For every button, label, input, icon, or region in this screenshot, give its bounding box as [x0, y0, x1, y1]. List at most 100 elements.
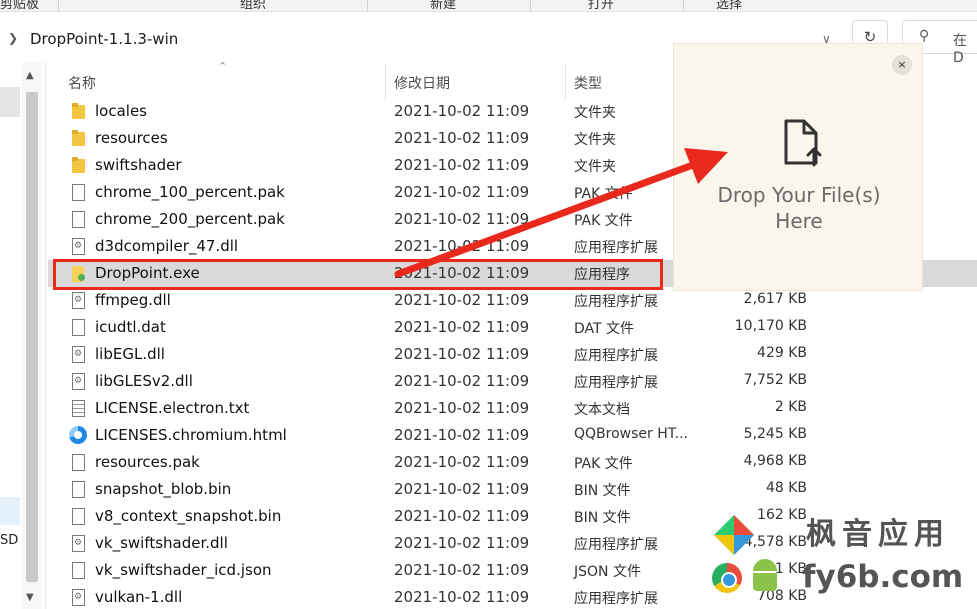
file-type: 文件夹	[574, 105, 616, 121]
close-button[interactable]: ×	[892, 55, 912, 75]
file-type: 应用程序扩展	[574, 375, 658, 391]
file-type: BIN 文件	[574, 510, 631, 526]
file-date: 2021-10-02 11:09	[394, 426, 530, 444]
chrome-logo-icon	[712, 563, 742, 593]
ribbon-clipboard-label[interactable]: 剪贴板	[0, 0, 39, 11]
search-placeholder: 在 D	[953, 33, 967, 66]
drop-zone-window[interactable]: × Drop Your File(s) Here	[673, 43, 923, 291]
chevron-right-icon[interactable]: ❯	[8, 31, 18, 45]
file-date: 2021-10-02 11:09	[394, 399, 530, 417]
file-name: LICENSE.electron.txt	[95, 399, 250, 417]
search-icon: ⚲	[919, 28, 930, 44]
file-name: libGLESv2.dll	[95, 372, 193, 390]
file-size: 48 KB	[765, 480, 807, 496]
column-separator[interactable]	[565, 64, 566, 100]
column-header-date[interactable]: 修改日期	[394, 73, 450, 93]
ribbon-separator	[530, 0, 531, 11]
file-date: 2021-10-02 11:09	[394, 237, 530, 255]
drop-zone-label: Drop Your File(s) Here	[674, 182, 924, 234]
file-size: 5,245 KB	[743, 426, 807, 442]
file-icon	[72, 481, 85, 498]
file-type: PAK 文件	[574, 213, 633, 229]
column-header-name[interactable]: 名称	[68, 73, 96, 93]
file-type: PAK 文件	[574, 186, 633, 202]
ribbon-toolbar: 剪贴板 组织 新建 打开 选择	[0, 0, 977, 12]
file-row[interactable]: LICENSE.electron.txt 2021-10-02 11:09 文本文档…	[48, 395, 977, 422]
file-date: 2021-10-02 11:09	[394, 588, 530, 606]
file-name: vk_swiftshader.dll	[95, 534, 228, 552]
windows-logo-icon	[714, 515, 754, 555]
file-icon	[72, 319, 85, 336]
dll-icon	[72, 589, 85, 606]
file-date: 2021-10-02 11:09	[394, 372, 530, 390]
file-name: vk_swiftshader_icd.json	[95, 561, 272, 579]
file-type: 应用程序扩展	[574, 348, 658, 364]
address-path[interactable]: DropPoint-1.1.3-win	[30, 30, 178, 48]
file-name: ffmpeg.dll	[95, 291, 171, 309]
file-upload-icon	[784, 119, 822, 167]
file-icon	[72, 562, 85, 579]
ribbon-open-label[interactable]: 打开	[588, 0, 614, 11]
navigation-pane: SD ( ▲ ▼	[0, 62, 46, 609]
watermark-title: 枫音应用	[806, 517, 950, 552]
file-name: swiftshader	[95, 156, 182, 174]
scrollbar-thumb[interactable]	[26, 92, 38, 582]
file-date: 2021-10-02 11:09	[394, 291, 530, 309]
file-name: chrome_100_percent.pak	[95, 183, 285, 201]
file-name: snapshot_blob.bin	[95, 480, 232, 498]
file-name: chrome_200_percent.pak	[95, 210, 285, 228]
file-icon	[72, 454, 85, 471]
file-type: DAT 文件	[574, 321, 635, 337]
nav-item-selected[interactable]	[0, 87, 20, 117]
file-name: v8_context_snapshot.bin	[95, 507, 282, 525]
drop-zone-label-line1: Drop Your File(s)	[717, 183, 881, 207]
file-type: 应用程序扩展	[574, 294, 658, 310]
file-size: 2 KB	[774, 399, 807, 415]
dll-icon	[72, 238, 85, 255]
ribbon-new-label[interactable]: 新建	[430, 0, 456, 11]
file-date: 2021-10-02 11:09	[394, 318, 530, 336]
file-name: libEGL.dll	[95, 345, 165, 363]
dll-icon	[72, 535, 85, 552]
scroll-down-icon[interactable]: ▼	[26, 592, 34, 603]
file-row[interactable]: libEGL.dll 2021-10-02 11:09 应用程序扩展 429 KB	[48, 341, 977, 368]
dll-icon	[72, 292, 85, 309]
file-date: 2021-10-02 11:09	[394, 453, 530, 471]
dll-icon	[72, 373, 85, 390]
file-row[interactable]: ffmpeg.dll 2021-10-02 11:09 应用程序扩展 2,617 KB	[48, 287, 977, 314]
file-type: 文件夹	[574, 132, 616, 148]
file-name: LICENSES.chromium.html	[95, 426, 287, 444]
folder-icon	[70, 103, 86, 121]
file-type: 应用程序扩展	[574, 240, 658, 256]
file-type: 文本文档	[574, 402, 630, 418]
android-logo-icon	[750, 559, 780, 593]
file-type: BIN 文件	[574, 483, 631, 499]
file-name: resources	[95, 129, 168, 147]
ribbon-separator	[367, 0, 368, 11]
nav-item-hover[interactable]	[0, 497, 20, 525]
dll-icon	[72, 346, 85, 363]
file-type: 应用程序扩展	[574, 537, 658, 553]
file-date: 2021-10-02 11:09	[394, 534, 530, 552]
column-separator[interactable]	[385, 64, 386, 100]
file-date: 2021-10-02 11:09	[394, 480, 530, 498]
file-name: icudtl.dat	[95, 318, 166, 336]
browser-icon	[69, 426, 87, 444]
ribbon-separator	[683, 0, 684, 11]
close-icon: ×	[897, 58, 907, 71]
ribbon-separator	[58, 0, 59, 11]
file-row[interactable]: icudtl.dat 2021-10-02 11:09 DAT 文件 10,170 K…	[48, 314, 977, 341]
column-header-type[interactable]: 类型	[574, 73, 602, 93]
file-icon	[72, 211, 85, 228]
file-row[interactable]: LICENSES.chromium.html 2021-10-02 11:09 QQ…	[48, 422, 977, 449]
file-row[interactable]: resources.pak 2021-10-02 11:09 PAK 文件 4,968…	[48, 449, 977, 476]
scroll-up-icon[interactable]: ▲	[26, 70, 34, 81]
ribbon-organize-label[interactable]: 组织	[240, 0, 266, 11]
watermark-url: fy6b.com	[802, 559, 964, 595]
file-row[interactable]: snapshot_blob.bin 2021-10-02 11:09 BIN 文件 4…	[48, 476, 977, 503]
watermark: 枫音应用 fy6b.com	[706, 505, 977, 609]
nav-scrollbar[interactable]: ▲ ▼	[22, 62, 42, 609]
file-date: 2021-10-02 11:09	[394, 183, 530, 201]
file-row[interactable]: libGLESv2.dll 2021-10-02 11:09 应用程序扩展 7,752…	[48, 368, 977, 395]
ribbon-select-label[interactable]: 选择	[716, 0, 742, 11]
